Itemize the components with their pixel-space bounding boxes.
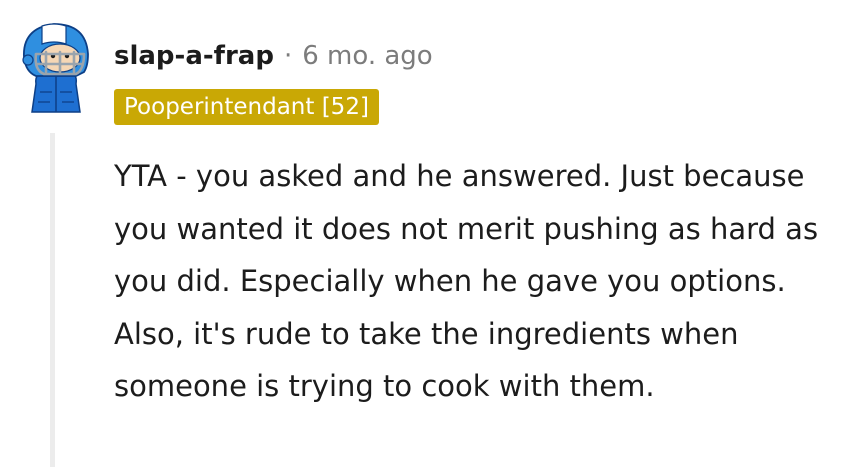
football-helmet-avatar-icon[interactable] (14, 14, 98, 118)
comment-meta: slap-a-frap · 6 mo. ago (114, 36, 433, 76)
username-link[interactable]: slap-a-frap (114, 41, 274, 71)
user-flair: Pooperintendant [52] (114, 89, 379, 125)
comment-timestamp[interactable]: 6 mo. ago (302, 41, 432, 71)
meta-separator: · (283, 41, 293, 71)
thread-collapse-line[interactable] (50, 133, 55, 467)
comment-body: YTA - you asked and he answered. Just be… (114, 159, 819, 403)
